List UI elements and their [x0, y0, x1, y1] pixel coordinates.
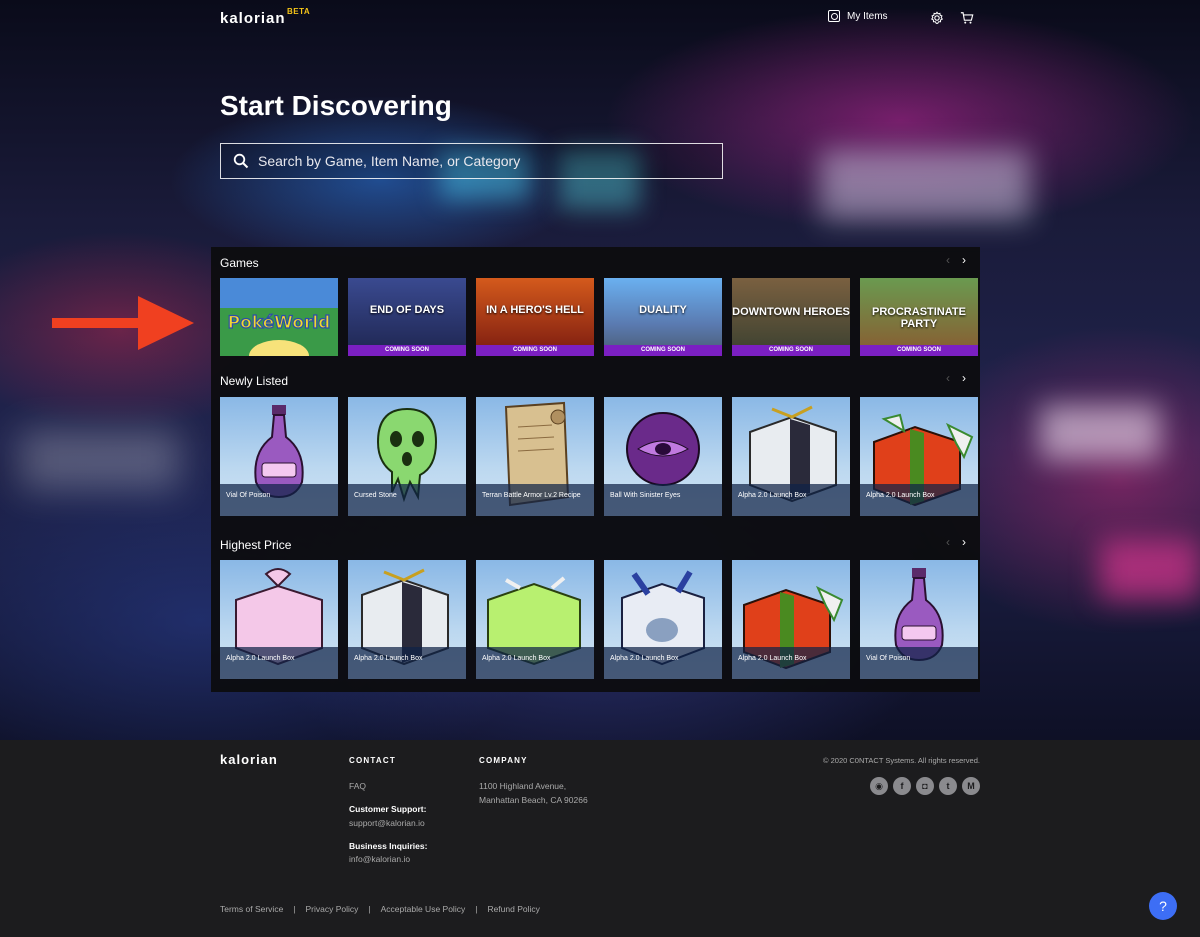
game-card[interactable]: PokéWorld	[220, 278, 338, 356]
item-card[interactable]: Ball With Sinister Eyes	[604, 397, 722, 516]
game-title: DUALITY	[639, 304, 687, 316]
item-name: Alpha 2.0 Launch Box	[732, 484, 850, 516]
logo[interactable]: kalorian BETA	[220, 7, 310, 27]
refund-link[interactable]: Refund Policy	[487, 904, 539, 914]
address-line1: 1100 Highland Avenue,	[479, 781, 567, 791]
game-card[interactable]: IN A HERO'S HELL COMING SOON	[476, 278, 594, 356]
section-title-highest-price: Highest Price	[220, 538, 292, 552]
footer-logo[interactable]: kalorian	[220, 752, 278, 767]
game-card[interactable]: END OF DAYS COMING SOON	[348, 278, 466, 356]
highest-price-row: Alpha 2.0 Launch Box Alpha 2.0 Launch Bo…	[220, 560, 978, 679]
item-card[interactable]: Alpha 2.0 Launch Box	[476, 560, 594, 679]
address-line2: Manhattan Beach, CA 90266	[479, 795, 588, 805]
prev-arrow-icon[interactable]: ‹	[946, 535, 950, 549]
terms-link[interactable]: Terms of Service	[220, 904, 283, 914]
item-name: Cursed Stone	[348, 484, 466, 516]
red-arrow-annotation	[52, 296, 194, 350]
privacy-link[interactable]: Privacy Policy	[306, 904, 359, 914]
game-card[interactable]: PROCRASTINATE PARTY COMING SOON	[860, 278, 978, 356]
item-name: Vial Of Poison	[220, 484, 338, 516]
newly-listed-row: Vial Of Poison Cursed Stone Terran Battl…	[220, 397, 978, 516]
item-card[interactable]: Alpha 2.0 Launch Box	[860, 397, 978, 516]
content-panel: Games ‹ › PokéWorld END OF DAYS COMING S…	[211, 247, 980, 692]
medium-icon[interactable]: M	[962, 777, 980, 795]
game-title: DOWNTOWN HEROES	[732, 306, 850, 318]
prev-arrow-icon[interactable]: ‹	[946, 371, 950, 385]
game-title: IN A HERO'S HELL	[486, 304, 584, 316]
game-card[interactable]: DUALITY COMING SOON	[604, 278, 722, 356]
search-icon	[233, 153, 249, 169]
beta-badge: BETA	[287, 7, 311, 16]
twitter-icon[interactable]: t	[939, 777, 957, 795]
facebook-icon[interactable]: f	[893, 777, 911, 795]
next-arrow-icon[interactable]: ›	[962, 535, 966, 549]
my-items-label: My Items	[847, 10, 888, 22]
company-heading: COMPANY	[479, 756, 528, 765]
my-items-icon	[828, 10, 840, 22]
acceptable-use-link[interactable]: Acceptable Use Policy	[381, 904, 466, 914]
game-title: PokéWorld	[228, 313, 331, 333]
item-card[interactable]: Alpha 2.0 Launch Box	[604, 560, 722, 679]
item-card[interactable]: Cursed Stone	[348, 397, 466, 516]
cart-icon[interactable]	[960, 11, 974, 25]
instagram-icon[interactable]: ◘	[916, 777, 934, 795]
social-links: ◉ f ◘ t M	[870, 777, 980, 795]
pokeworld-art: PokéWorld	[220, 278, 338, 356]
item-name: Alpha 2.0 Launch Box	[860, 484, 978, 516]
item-card[interactable]: Alpha 2.0 Launch Box	[220, 560, 338, 679]
game-card[interactable]: DOWNTOWN HEROES COMING SOON	[732, 278, 850, 356]
game-title: PROCRASTINATE PARTY	[872, 306, 966, 331]
item-name: Alpha 2.0 Launch Box	[732, 647, 850, 679]
item-name: Terran Battle Armor Lv.2 Recipe	[476, 484, 594, 516]
search-input[interactable]	[258, 144, 722, 178]
search-bar[interactable]	[220, 143, 723, 179]
section-title-games: Games	[220, 256, 259, 270]
item-name: Alpha 2.0 Launch Box	[476, 647, 594, 679]
item-card[interactable]: Terran Battle Armor Lv.2 Recipe	[476, 397, 594, 516]
coming-soon-badge: COMING SOON	[732, 345, 850, 356]
coming-soon-badge: COMING SOON	[476, 345, 594, 356]
item-name: Vial Of Poison	[860, 647, 978, 679]
my-items-link[interactable]: My Items	[828, 10, 888, 22]
item-name: Ball With Sinister Eyes	[604, 484, 722, 516]
coming-soon-badge: COMING SOON	[860, 345, 978, 356]
highest-price-pager: ‹ ›	[946, 535, 966, 549]
gear-icon[interactable]	[930, 11, 944, 25]
item-card[interactable]: Alpha 2.0 Launch Box	[348, 560, 466, 679]
copyright: © 2020 C0NTACT Systems. All rights reser…	[823, 756, 980, 765]
divider: |	[475, 904, 478, 914]
coming-soon-badge: COMING SOON	[604, 345, 722, 356]
next-arrow-icon[interactable]: ›	[962, 371, 966, 385]
top-nav: kalorian BETA My Items	[0, 0, 1200, 36]
help-button[interactable]: ?	[1149, 892, 1177, 920]
newly-listed-pager: ‹ ›	[946, 371, 966, 385]
games-pager: ‹ ›	[946, 253, 966, 267]
next-arrow-icon[interactable]: ›	[962, 253, 966, 267]
section-title-newly-listed: Newly Listed	[220, 374, 289, 388]
divider: |	[293, 904, 296, 914]
legal-links: Terms of Service | Privacy Policy | Acce…	[220, 904, 540, 914]
footer: kalorian CONTACT FAQ Customer Support: s…	[0, 740, 1200, 937]
support-label: Customer Support:	[349, 804, 427, 814]
games-row: PokéWorld END OF DAYS COMING SOON IN A H…	[220, 278, 978, 356]
game-title: END OF DAYS	[369, 304, 445, 316]
item-name: Alpha 2.0 Launch Box	[604, 647, 722, 679]
prev-arrow-icon[interactable]: ‹	[946, 253, 950, 267]
item-card[interactable]: Vial Of Poison	[220, 397, 338, 516]
business-label: Business Inquiries:	[349, 841, 428, 851]
logo-text: kalorian	[220, 10, 286, 27]
item-card[interactable]: Alpha 2.0 Launch Box	[732, 397, 850, 516]
coming-soon-badge: COMING SOON	[348, 345, 466, 356]
faq-link[interactable]: FAQ	[349, 780, 366, 794]
item-card[interactable]: Vial Of Poison	[860, 560, 978, 679]
business-email[interactable]: info@kalorian.io	[349, 853, 410, 867]
contact-heading: CONTACT	[349, 756, 396, 765]
item-name: Alpha 2.0 Launch Box	[348, 647, 466, 679]
divider: |	[368, 904, 371, 914]
item-name: Alpha 2.0 Launch Box	[220, 647, 338, 679]
page-title: Start Discovering	[220, 90, 452, 121]
support-email[interactable]: support@kalorian.io	[349, 817, 425, 831]
item-card[interactable]: Alpha 2.0 Launch Box	[732, 560, 850, 679]
discord-icon[interactable]: ◉	[870, 777, 888, 795]
